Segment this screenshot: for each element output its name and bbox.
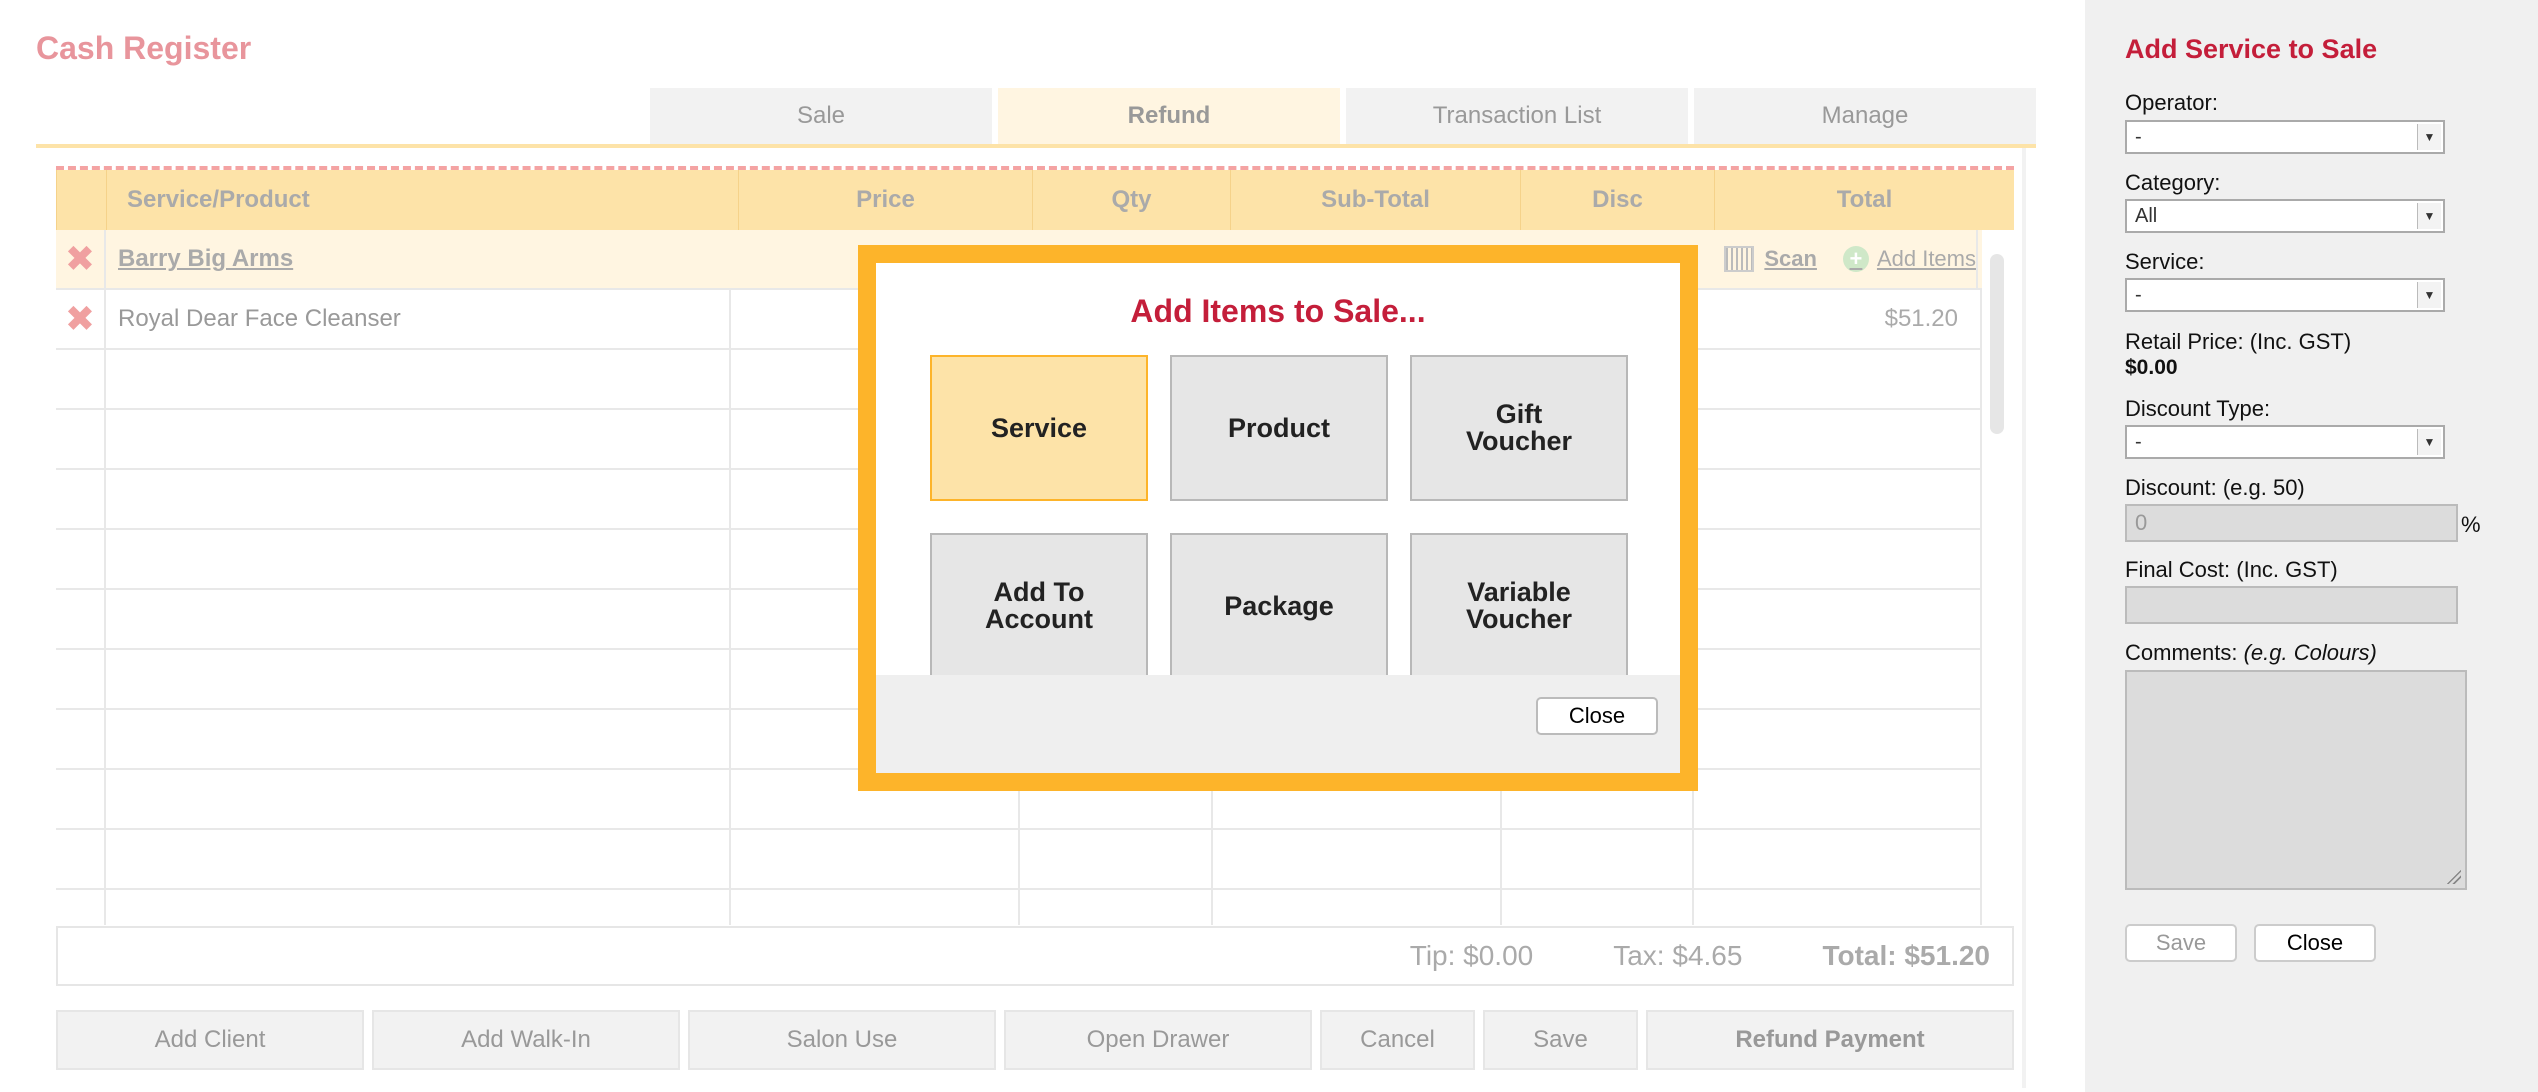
client-actions: Scan + Add Items	[1724, 230, 1978, 288]
discount-input[interactable]: 0	[2125, 504, 2458, 542]
discount-type-select[interactable]: - ▼	[2125, 425, 2445, 459]
chevron-down-icon: ▼	[2417, 203, 2441, 229]
header-remove-col	[56, 170, 106, 230]
grid-scrollbar[interactable]	[1990, 254, 2004, 434]
header-qty: Qty	[1032, 170, 1230, 230]
discount-label: Discount: (e.g. 50)	[2125, 475, 2305, 500]
grid-header: Service/Product Price Qty Sub-Total Disc…	[56, 170, 2014, 230]
tab-refund[interactable]: Refund	[998, 88, 1340, 144]
add-items-dialog: Add Items to Sale... Service Product Gif…	[858, 245, 1698, 791]
header-total: Total	[1714, 170, 2014, 230]
dialog-close-button[interactable]: Close	[1536, 697, 1658, 735]
comments-label: Comments: (e.g. Colours)	[2125, 640, 2377, 666]
dialog-title: Add Items to Sale...	[1130, 293, 1426, 329]
scan-label: Scan	[1764, 246, 1817, 271]
cancel-button[interactable]: Cancel	[1320, 1010, 1475, 1070]
refund-payment-button[interactable]: Refund Payment	[1646, 1010, 2014, 1070]
percent-sign: %	[2461, 512, 2481, 537]
chevron-down-icon: ▼	[2417, 429, 2441, 455]
totals-bar: Tip: $0.00 Tax: $4.65 Total: $51.20	[56, 926, 2014, 986]
add-walk-in-button[interactable]: Add Walk-In	[372, 1010, 680, 1070]
chevron-down-icon: ▼	[2417, 282, 2441, 308]
remove-client-icon[interactable]: ✖	[56, 230, 106, 288]
service-label: Service:	[2125, 249, 2205, 274]
operator-value: -	[2135, 125, 2142, 148]
variable-voucher-button[interactable]: Variable Voucher	[1410, 533, 1628, 679]
retail-price-label: Retail Price: (Inc. GST)	[2125, 329, 2352, 354]
save-button[interactable]: Save	[1483, 1010, 1638, 1070]
dialog-footer: Close	[876, 675, 1680, 773]
retail-price-value: $0.00	[2125, 356, 2178, 379]
add-to-account-button[interactable]: Add To Account	[930, 533, 1148, 679]
page-title: Cash Register	[36, 30, 252, 66]
product-button[interactable]: Product	[1170, 355, 1388, 501]
add-client-button[interactable]: Add Client	[56, 1010, 364, 1070]
sidebar-save-button[interactable]: Save	[2125, 924, 2237, 962]
add-service-sidebar: Add Service to Sale Operator: - ▼ Catego…	[2085, 0, 2538, 1092]
service-select[interactable]: - ▼	[2125, 278, 2445, 312]
package-button[interactable]: Package	[1170, 533, 1388, 679]
salon-use-button[interactable]: Salon Use	[688, 1010, 996, 1070]
discount-type-label: Discount Type:	[2125, 396, 2271, 421]
comments-textarea[interactable]	[2125, 670, 2467, 890]
tab-transaction-list[interactable]: Transaction List	[1346, 88, 1688, 144]
add-items-button[interactable]: + Add Items	[1842, 246, 1976, 272]
category-label: Category:	[2125, 170, 2221, 195]
scan-button[interactable]: Scan	[1724, 246, 1817, 272]
item-name: Royal Dear Face Cleanser	[106, 290, 731, 348]
category-select[interactable]: All ▼	[2125, 199, 2445, 233]
empty-row	[56, 830, 1982, 890]
service-value: -	[2135, 283, 2142, 306]
tip-amount: Tip: $0.00	[1409, 940, 1534, 971]
sidebar-title: Add Service to Sale	[2125, 34, 2378, 64]
empty-row	[56, 890, 1982, 925]
grand-total: Total: $51.20	[1822, 940, 1990, 971]
dialog-body: Add Items to Sale... Service Product Gif…	[876, 263, 1680, 773]
tab-manage[interactable]: Manage	[1694, 88, 2036, 144]
comments-hint: (e.g. Colours)	[2243, 640, 2377, 665]
final-cost-label: Final Cost: (Inc. GST)	[2125, 557, 2338, 582]
header-service-product: Service/Product	[106, 170, 738, 230]
sidebar-close-button[interactable]: Close	[2254, 924, 2376, 962]
chevron-down-icon: ▼	[2417, 124, 2441, 150]
remove-item-icon[interactable]: ✖	[56, 290, 106, 348]
plus-icon: +	[1842, 246, 1869, 272]
add-items-label: Add Items	[1876, 246, 1976, 271]
header-price: Price	[738, 170, 1032, 230]
header-disc: Disc	[1520, 170, 1714, 230]
tab-sale[interactable]: Sale	[650, 88, 992, 144]
tab-bar: Sale Refund Transaction List Manage	[650, 88, 2036, 144]
header-sub-total: Sub-Total	[1230, 170, 1520, 230]
operator-label: Operator:	[2125, 90, 2218, 115]
service-button[interactable]: Service	[930, 355, 1148, 501]
open-drawer-button[interactable]: Open Drawer	[1004, 1010, 1312, 1070]
resize-handle-icon[interactable]	[2443, 866, 2461, 884]
item-type-buttons: Service Product Gift Voucher Add To Acco…	[930, 355, 1628, 679]
final-cost-input[interactable]	[2125, 586, 2458, 624]
comments-label-text: Comments:	[2125, 640, 2238, 665]
tax-amount: Tax: $4.65	[1613, 940, 1743, 971]
operator-select[interactable]: - ▼	[2125, 120, 2445, 154]
discount-type-value: -	[2135, 430, 2142, 453]
action-bar: Add Client Add Walk-In Salon Use Open Dr…	[56, 1010, 2014, 1070]
cash-register-main: Cash Register Sale Refund Transaction Li…	[0, 0, 2085, 1092]
gift-voucher-button[interactable]: Gift Voucher	[1410, 355, 1628, 501]
barcode-icon	[1724, 246, 1755, 272]
category-value: All	[2135, 204, 2158, 227]
item-total: $51.20	[1694, 290, 1982, 348]
